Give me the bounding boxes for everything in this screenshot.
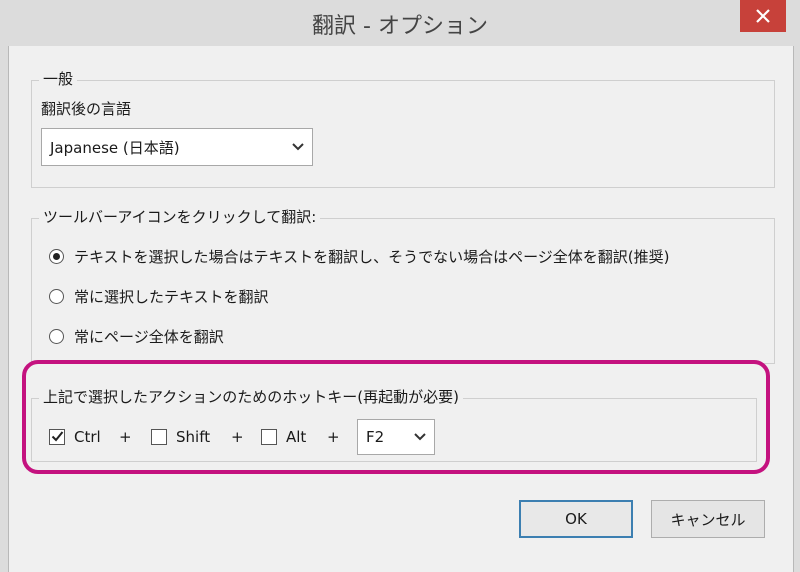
radio-option-selected-text[interactable]: 常に選択したテキストを翻訳 — [49, 286, 269, 307]
checkbox-box[interactable] — [261, 429, 277, 445]
shift-checkbox[interactable]: Shift — [151, 428, 210, 446]
title-bar[interactable]: 翻訳 - オプション — [0, 0, 800, 46]
close-icon — [756, 9, 770, 23]
options-dialog: 翻訳 - オプション 一般 翻訳後の言語 Japanese (日本語) ツールバ… — [0, 0, 800, 572]
radio-option-label: 常に選択したテキストを翻訳 — [74, 288, 269, 306]
ctrl-label: Ctrl — [74, 428, 101, 446]
shift-label: Shift — [176, 428, 211, 446]
checkbox-box[interactable] — [49, 429, 65, 445]
language-select-value: Japanese (日本語) — [50, 138, 180, 157]
ok-button[interactable]: OK — [519, 500, 633, 538]
alt-checkbox[interactable]: Alt — [261, 428, 306, 446]
hotkey-key-select[interactable]: F2 — [357, 419, 435, 455]
hotkey-legend: 上記で選択したアクションのためのホットキー(再起動が必要) — [39, 386, 463, 407]
radio-option-label: 常にページ全体を翻訳 — [74, 328, 224, 346]
language-label: 翻訳後の言語 — [41, 100, 132, 118]
plus-sign: + — [327, 428, 340, 446]
window-title: 翻訳 - オプション — [312, 14, 488, 39]
cancel-button[interactable]: キャンセル — [651, 500, 765, 538]
toolbar-action-legend: ツールバーアイコンをクリックして翻訳: — [39, 206, 321, 227]
radio-button[interactable] — [49, 289, 64, 304]
radio-option-full-page[interactable]: 常にページ全体を翻訳 — [49, 326, 224, 347]
language-select[interactable]: Japanese (日本語) — [41, 128, 313, 166]
checkmark-icon — [51, 431, 64, 442]
radio-option-label: テキストを選択した場合はテキストを翻訳し、そうでない場合はページ全体を翻訳(推奨… — [74, 248, 670, 266]
dialog-body: 一般 翻訳後の言語 Japanese (日本語) ツールバーアイコンをクリックし… — [8, 46, 794, 572]
close-button[interactable] — [740, 0, 786, 32]
radio-button[interactable] — [49, 249, 64, 264]
checkbox-box[interactable] — [151, 429, 167, 445]
plus-sign: + — [231, 428, 244, 446]
chevron-down-icon — [292, 143, 304, 151]
alt-label: Alt — [286, 428, 307, 446]
general-legend: 一般 — [39, 68, 78, 89]
ctrl-checkbox[interactable]: Ctrl — [49, 428, 101, 446]
chevron-down-icon — [414, 433, 426, 441]
plus-sign: + — [119, 428, 132, 446]
radio-button[interactable] — [49, 329, 64, 344]
radio-option-smart[interactable]: テキストを選択した場合はテキストを翻訳し、そうでない場合はページ全体を翻訳(推奨… — [49, 246, 670, 267]
hotkey-key-value: F2 — [366, 428, 385, 446]
